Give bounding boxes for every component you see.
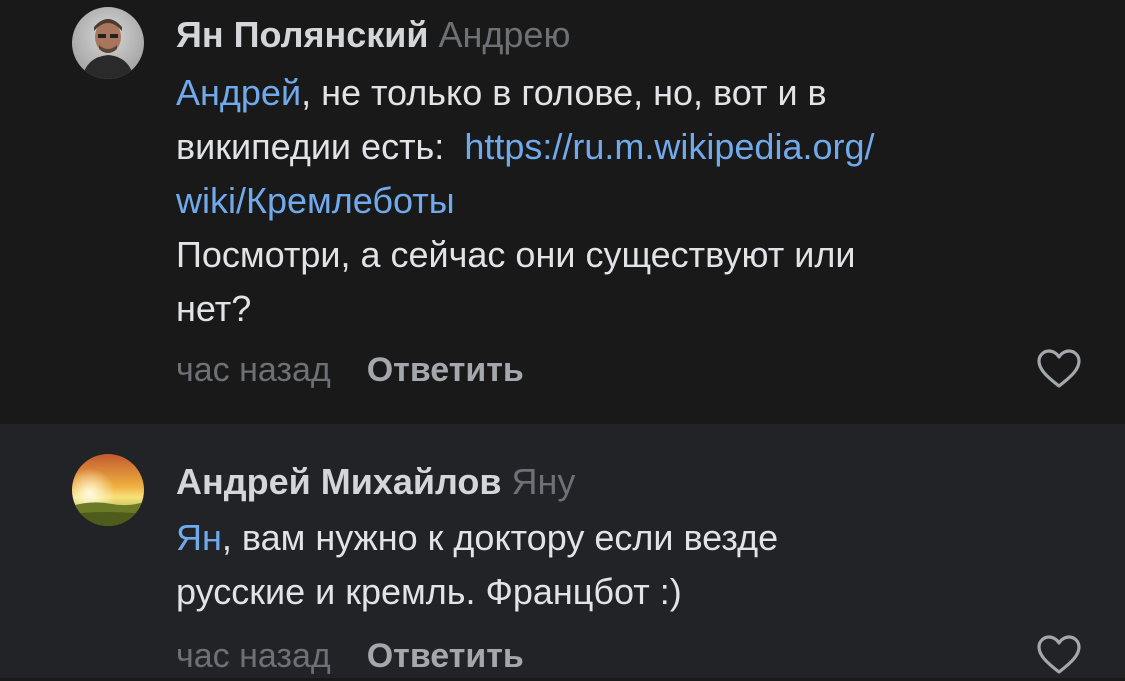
comment-header: Андрей Михайлов Яну (176, 462, 575, 502)
comment-text: Андрей, не только в голове, но, вот и в … (176, 66, 1056, 336)
timestamp[interactable]: час назад (176, 637, 331, 675)
comment-header: Ян Полянский Андрею (176, 15, 570, 55)
reply-to-name[interactable]: Андрею (439, 14, 571, 55)
text-line: википедии есть: https://ru.m.wikipedia.o… (176, 120, 1056, 174)
text-line: Посмотри, а сейчас они существуют или (176, 234, 856, 275)
text-line: русские и кремль. Францбот :) (176, 571, 682, 612)
avatar[interactable] (72, 7, 144, 79)
author-name[interactable]: Ян Полянский (176, 14, 429, 55)
like-button[interactable] (1036, 348, 1082, 390)
text-fragment: , не только в голове, но, вот и в (301, 72, 827, 113)
mention-link[interactable]: Ян (176, 517, 222, 558)
text-fragment: , вам нужно к доктору если везде (221, 517, 779, 558)
comment-item: Андрей Михайлов Яну Ян, вам нужно к докто… (0, 424, 1125, 678)
avatar-photo (72, 454, 144, 526)
comment-text: Ян, вам нужно к доктору если везде русск… (176, 511, 1056, 619)
comment-footer: час назад Ответить (176, 350, 524, 390)
wikipedia-link-continued[interactable]: wiki/Кремлеботы (176, 180, 455, 221)
author-name[interactable]: Андрей Михайлов (176, 461, 502, 502)
reply-button[interactable]: Ответить (367, 351, 524, 389)
heart-outline-icon (1037, 349, 1081, 388)
avatar[interactable] (72, 454, 144, 526)
comment-footer: час назад Ответить (176, 636, 524, 676)
text-fragment: википедии есть: (176, 126, 465, 167)
comment-item: Ян Полянский Андрею Андрей, не только в г… (0, 0, 1125, 424)
mention-link[interactable]: Андрей (176, 72, 301, 113)
text-line: Ян, вам нужно к доктору если везде (176, 511, 1056, 565)
text-line: wiki/Кремлеботы (176, 174, 1056, 228)
text-line: Андрей, не только в голове, но, вот и в (176, 66, 1056, 120)
heart-outline-icon (1037, 635, 1081, 674)
reply-to-name[interactable]: Яну (512, 461, 576, 502)
like-button[interactable] (1036, 634, 1082, 676)
text-line: нет? (176, 288, 252, 329)
timestamp[interactable]: час назад (176, 351, 331, 389)
reply-button[interactable]: Ответить (367, 637, 524, 675)
avatar-photo (72, 7, 144, 79)
wikipedia-link[interactable]: https://ru.m.wikipedia.org/ (464, 126, 874, 167)
